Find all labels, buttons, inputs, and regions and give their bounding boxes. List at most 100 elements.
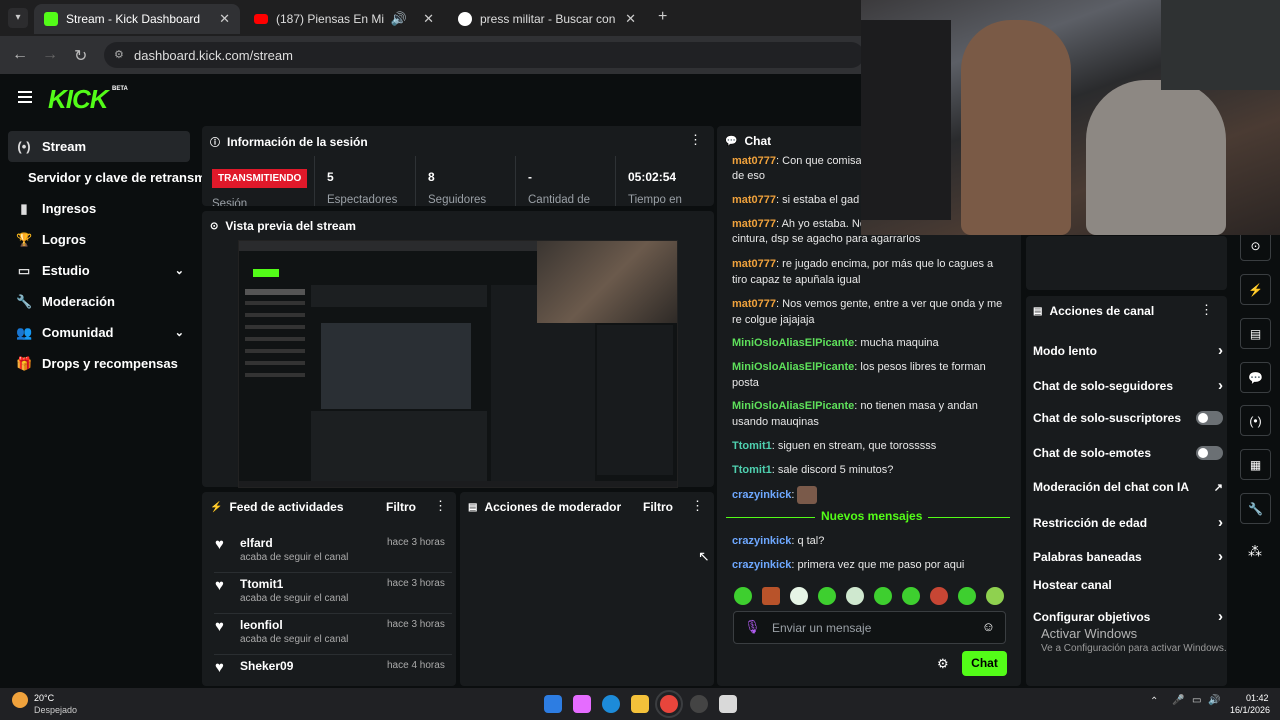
chat-username[interactable]: mat0777 (732, 194, 776, 206)
sidebar-item-estudio[interactable]: ▭ Estudio ⌄ (8, 255, 190, 286)
obs-icon[interactable] (690, 695, 708, 713)
feed-user[interactable]: leonfiol (240, 618, 283, 632)
subscribers-only-toggle[interactable] (1196, 411, 1223, 425)
wrench-rail-icon[interactable]: 🔧 (1240, 493, 1271, 524)
action-label: Chat de solo-emotes (1033, 446, 1152, 460)
emote-icon[interactable] (734, 587, 752, 605)
emote-icon[interactable] (902, 587, 920, 605)
emote-icon[interactable] (846, 587, 864, 605)
microphone-icon[interactable]: 🎙 (744, 619, 761, 635)
back-icon[interactable]: ← (12, 46, 28, 64)
clock-date[interactable]: 16/1/2026 (1230, 705, 1270, 715)
tab-youtube[interactable]: (187) Piensas En Mi - Nicky 🔊 ✕ (244, 4, 444, 34)
sidebar-item-logros[interactable]: 🏆 Logros (8, 224, 190, 255)
chat-input[interactable]: 🎙 Enviar un mensaje ☺ (733, 611, 1006, 644)
clock-time[interactable]: 01:42 (1246, 693, 1269, 703)
chat-username[interactable]: Ttomit1 (732, 464, 772, 476)
action-host-channel[interactable]: Hostear canal (1033, 578, 1223, 592)
feed-filter-button[interactable]: Filtro (386, 500, 416, 514)
app-icon[interactable] (719, 695, 737, 713)
chat-text: sale discord 5 minutos? (777, 464, 894, 476)
chat-rail-icon[interactable]: 💬 (1240, 362, 1271, 393)
list-rail-icon[interactable]: ▤ (1240, 318, 1271, 349)
chat-username[interactable]: MiniOsloAliasElPicante (732, 361, 854, 373)
close-icon[interactable]: ✕ (219, 11, 230, 27)
emote-icon[interactable] (958, 587, 976, 605)
feed-user[interactable]: Ttomit1 (240, 577, 283, 591)
address-bar[interactable]: ⚙ dashboard.kick.com/stream (104, 42, 864, 68)
action-followers-only[interactable]: Chat de solo-seguidores › (1033, 377, 1223, 394)
feed-user[interactable]: elfard (240, 536, 273, 550)
copilot-icon[interactable] (573, 695, 591, 713)
emote-icon[interactable] (986, 587, 1004, 605)
stream-preview-video[interactable] (238, 240, 678, 488)
chat-username[interactable]: mat0777 (732, 298, 776, 310)
settings-gear-icon[interactable]: ⚙ (937, 656, 949, 672)
emote-icon[interactable] (790, 587, 808, 605)
lightning-rail-icon[interactable]: ⚡ (1240, 274, 1271, 305)
tab-google[interactable]: press militar - Buscar con Google ✕ (448, 4, 646, 34)
emotes-only-toggle[interactable] (1196, 446, 1223, 460)
site-info-icon[interactable]: ⚙ (114, 48, 124, 61)
chevron-up-icon[interactable]: ⌃ (1150, 696, 1158, 707)
sidebar-item-moderacion[interactable]: 🔧 Moderación (8, 286, 190, 317)
chrome-icon[interactable] (655, 690, 683, 718)
emoji-icon[interactable]: ☺ (982, 619, 995, 634)
sidebar-item-stream[interactable]: (•) Stream (8, 131, 190, 162)
chat-username[interactable]: mat0777 (732, 218, 776, 230)
close-icon[interactable]: ✕ (625, 11, 636, 27)
send-chat-button[interactable]: Chat (962, 651, 1007, 676)
windows-start-icon[interactable] (544, 695, 562, 713)
sidebar-item-server-key[interactable]: Servidor y clave de retransmisión (20, 162, 205, 193)
action-age-restriction[interactable]: Restricción de edad › (1033, 514, 1223, 531)
panel-header: ⓘ Información de la sesión (210, 134, 368, 150)
action-slow-mode[interactable]: Modo lento › (1033, 342, 1223, 359)
action-ai-moderation[interactable]: Moderación del chat con IA ↗ (1033, 480, 1223, 494)
chat-username[interactable]: Ttomit1 (732, 440, 772, 452)
forward-icon[interactable]: → (42, 46, 58, 64)
kick-logo[interactable]: KICK (48, 84, 109, 115)
menu-icon[interactable] (18, 91, 32, 103)
close-icon[interactable]: ✕ (423, 11, 434, 27)
tab-kick-dashboard[interactable]: Stream - Kick Dashboard ✕ (34, 4, 240, 34)
network-icon[interactable]: ▭ (1192, 695, 1201, 706)
action-subscribers-only[interactable]: Chat de solo-suscriptores (1033, 411, 1223, 425)
volume-icon[interactable]: 🔊 (1208, 695, 1220, 706)
tab-search-icon[interactable]: ▾ (8, 8, 28, 28)
emote-icon[interactable] (818, 587, 836, 605)
broadcast-rail-icon[interactable]: (•) (1240, 405, 1271, 436)
emote-icon[interactable] (762, 587, 780, 605)
sidebar-item-ingresos[interactable]: ▮ Ingresos (8, 193, 190, 224)
new-tab-icon[interactable]: + (658, 8, 667, 26)
action-goals[interactable]: Configurar objetivos › (1033, 608, 1223, 625)
sidebar-item-comunidad[interactable]: 👥 Comunidad ⌄ (8, 317, 190, 348)
chat-text: q tal? (797, 535, 825, 547)
sidebar-item-drops[interactable]: 🎁 Drops y recompensas (8, 348, 190, 379)
action-emotes-only[interactable]: Chat de solo-emotes (1033, 446, 1223, 460)
more-options-icon[interactable]: ⋮ (1200, 302, 1213, 318)
file-explorer-icon[interactable] (631, 695, 649, 713)
weather-temp[interactable]: 20°C (34, 693, 54, 703)
chat-username[interactable]: MiniOsloAliasElPicante (732, 337, 854, 349)
feed-user[interactable]: Sheker09 (240, 659, 293, 673)
mod-filter-button[interactable]: Filtro (643, 500, 673, 514)
speaker-icon[interactable]: 🔊 (391, 11, 407, 27)
chat-username[interactable]: mat0777 (732, 258, 776, 270)
reload-icon[interactable]: ↻ (74, 46, 87, 66)
chat-username[interactable]: crazyinkick (732, 559, 791, 571)
chat-username[interactable]: crazyinkick (732, 535, 791, 547)
layout-rail-icon[interactable]: ▦ (1240, 449, 1271, 480)
weather-icon[interactable] (12, 692, 28, 708)
edge-icon[interactable] (602, 695, 620, 713)
microphone-tray-icon[interactable]: 🎤 (1172, 695, 1184, 706)
chat-username[interactable]: mat0777 (732, 155, 776, 167)
more-options-icon[interactable]: ⋮ (434, 498, 447, 514)
chat-username[interactable]: crazyinkick (732, 489, 791, 501)
chat-username[interactable]: MiniOsloAliasElPicante (732, 400, 854, 412)
action-banned-words[interactable]: Palabras baneadas › (1033, 548, 1223, 565)
add-widget-icon[interactable]: ⁂ (1248, 543, 1262, 560)
more-options-icon[interactable]: ⋮ (691, 498, 704, 514)
emote-icon[interactable] (874, 587, 892, 605)
emote-icon[interactable] (930, 587, 948, 605)
more-options-icon[interactable]: ⋮ (689, 132, 702, 148)
